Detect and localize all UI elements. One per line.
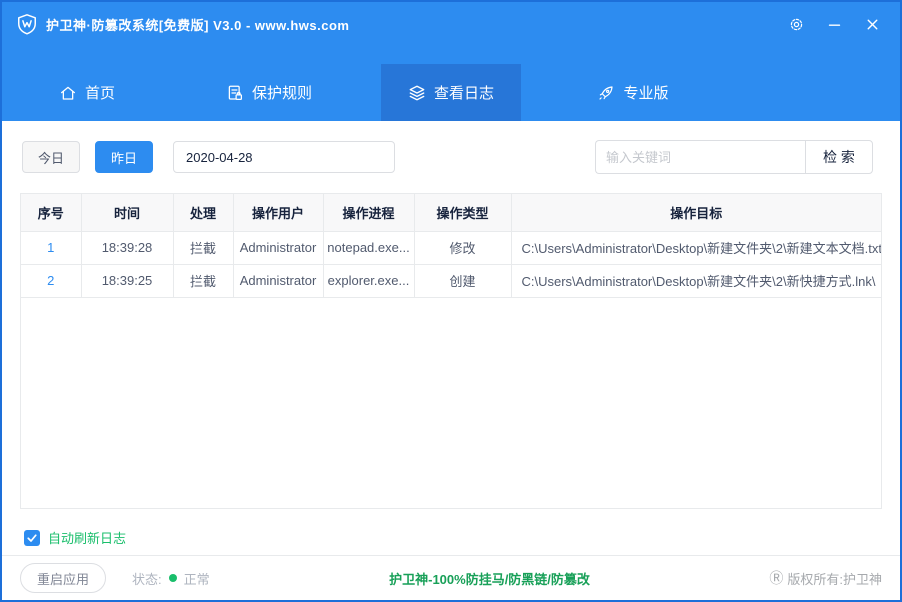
header: 护卫神·防篡改系统[免费版] V3.0 - www.hws.com bbox=[2, 2, 900, 121]
titlebar: 护卫神·防篡改系统[免费版] V3.0 - www.hws.com bbox=[2, 2, 900, 46]
logs-layers-icon bbox=[408, 84, 426, 102]
col-header-time: 时间 bbox=[81, 194, 173, 231]
table-row[interactable]: 1 18:39:28 拦截 Administrator notepad.exe.… bbox=[21, 231, 881, 264]
search-group: 检 索 bbox=[595, 140, 873, 174]
cell-user: Administrator bbox=[233, 264, 323, 297]
tab-pro-version[interactable]: 专业版 bbox=[563, 64, 703, 121]
cell-action: 拦截 bbox=[173, 264, 233, 297]
titlebar-controls bbox=[782, 11, 886, 37]
table-row[interactable]: 2 18:39:25 拦截 Administrator explorer.exe… bbox=[21, 264, 881, 297]
home-icon bbox=[59, 84, 77, 102]
status-label: 状态: bbox=[132, 569, 162, 588]
today-button[interactable]: 今日 bbox=[22, 141, 80, 173]
date-input[interactable] bbox=[173, 141, 395, 173]
auto-refresh-label[interactable]: 自动刷新日志 bbox=[48, 528, 126, 547]
rules-document-lock-icon bbox=[226, 84, 244, 102]
tab-home[interactable]: 首页 bbox=[17, 64, 157, 121]
col-header-type: 操作类型 bbox=[414, 194, 511, 231]
tab-label: 首页 bbox=[85, 82, 115, 103]
close-icon[interactable] bbox=[858, 11, 886, 37]
cell-target: C:\Users\Administrator\Desktop\新建文件夹\2\新… bbox=[511, 264, 881, 297]
content-area: 今日 昨日 检 索 序号 时间 处理 操作用户 bbox=[2, 121, 900, 600]
settings-gear-icon[interactable] bbox=[782, 11, 810, 37]
cell-process: notepad.exe... bbox=[323, 231, 414, 264]
cell-seq: 1 bbox=[21, 231, 81, 264]
col-header-user: 操作用户 bbox=[233, 194, 323, 231]
status-bar: 重启应用 状态: 正常 护卫神-100%防挂马/防黑链/防篡改 Ⓡ 版权所有:护… bbox=[2, 555, 900, 600]
col-header-process: 操作进程 bbox=[323, 194, 414, 231]
status-bar-left: 重启应用 状态: 正常 bbox=[20, 563, 210, 593]
cell-type: 修改 bbox=[414, 231, 511, 264]
log-table-container: 序号 时间 处理 操作用户 操作进程 操作类型 操作目标 1 18:39:28 … bbox=[20, 193, 882, 509]
cell-user: Administrator bbox=[233, 231, 323, 264]
window-title: 护卫神·防篡改系统[免费版] V3.0 - www.hws.com bbox=[46, 15, 349, 34]
tab-label: 专业版 bbox=[623, 82, 668, 103]
table-header-row: 序号 时间 处理 操作用户 操作进程 操作类型 操作目标 bbox=[21, 194, 881, 231]
copyright: Ⓡ 版权所有:护卫神 bbox=[769, 568, 882, 588]
tab-label: 保护规则 bbox=[252, 82, 312, 103]
shield-logo-icon bbox=[16, 13, 38, 35]
minimize-icon[interactable] bbox=[820, 11, 848, 37]
status-value: 正常 bbox=[184, 569, 210, 588]
log-table: 序号 时间 处理 操作用户 操作进程 操作类型 操作目标 1 18:39:28 … bbox=[21, 194, 881, 298]
search-input[interactable] bbox=[595, 140, 805, 174]
slogan-text: 护卫神-100%防挂马/防黑链/防篡改 bbox=[210, 569, 770, 588]
search-button[interactable]: 检 索 bbox=[805, 140, 873, 174]
app-window: 护卫神·防篡改系统[免费版] V3.0 - www.hws.com bbox=[0, 0, 902, 602]
cell-target: C:\Users\Administrator\Desktop\新建文件夹\2\新… bbox=[511, 231, 881, 264]
main-nav: 首页 保护规则 bbox=[2, 46, 900, 121]
check-icon bbox=[26, 532, 38, 544]
col-header-target: 操作目标 bbox=[511, 194, 881, 231]
cell-time: 18:39:28 bbox=[81, 231, 173, 264]
restart-app-button[interactable]: 重启应用 bbox=[20, 563, 106, 593]
cell-action: 拦截 bbox=[173, 231, 233, 264]
yesterday-button[interactable]: 昨日 bbox=[95, 141, 153, 173]
cell-time: 18:39:25 bbox=[81, 264, 173, 297]
filter-toolbar: 今日 昨日 检 索 bbox=[22, 141, 880, 173]
cell-seq: 2 bbox=[21, 264, 81, 297]
tab-label: 查看日志 bbox=[434, 82, 494, 103]
auto-refresh-row: 自动刷新日志 bbox=[24, 528, 900, 547]
rocket-icon bbox=[597, 84, 615, 102]
tab-view-logs[interactable]: 查看日志 bbox=[381, 64, 521, 121]
copyright-text: 版权所有:护卫神 bbox=[787, 569, 882, 588]
col-header-seq: 序号 bbox=[21, 194, 81, 231]
auto-refresh-checkbox[interactable] bbox=[24, 530, 40, 546]
tab-protection-rules[interactable]: 保护规则 bbox=[199, 64, 339, 121]
status-group: 状态: 正常 bbox=[132, 569, 210, 588]
cell-process: explorer.exe... bbox=[323, 264, 414, 297]
col-header-action: 处理 bbox=[173, 194, 233, 231]
status-dot-icon bbox=[169, 574, 177, 582]
cell-type: 创建 bbox=[414, 264, 511, 297]
registered-icon: Ⓡ bbox=[769, 568, 783, 588]
